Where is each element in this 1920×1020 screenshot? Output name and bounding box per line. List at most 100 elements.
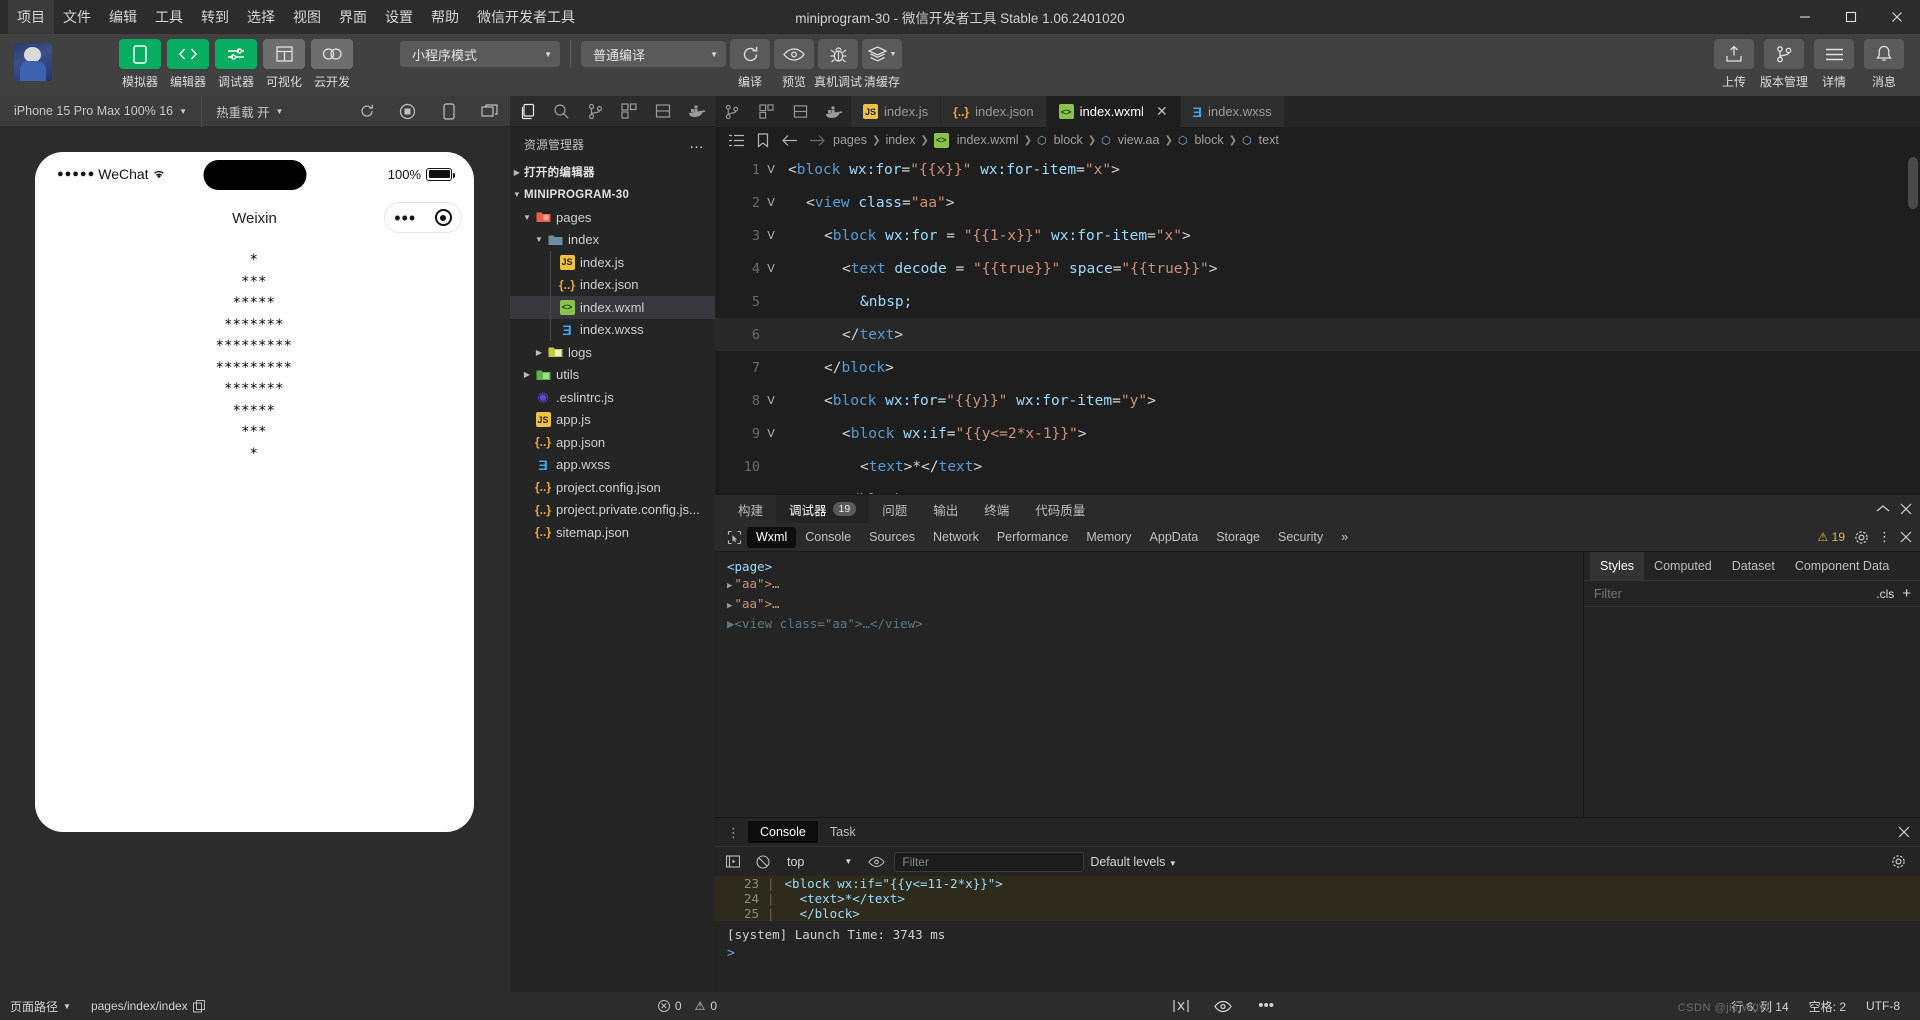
action-upload-icon[interactable]: 上传	[1712, 39, 1756, 90]
editor-tab-index.wxss[interactable]: Ǝindex.wxss	[1180, 96, 1285, 127]
menu-item-8[interactable]: 设置	[376, 0, 422, 34]
drag-handle-icon[interactable]: ⋮	[719, 826, 748, 839]
editor-tab-index.json[interactable]: {..} index.json	[941, 96, 1047, 127]
console-filter-input[interactable]: Filter	[894, 851, 1085, 872]
action-branch-icon[interactable]: 版本管理	[1760, 39, 1808, 90]
back-icon[interactable]	[779, 134, 801, 147]
tree-item-index[interactable]: ▼ index	[510, 229, 715, 252]
tree-item-app.js[interactable]: JS app.js	[510, 409, 715, 432]
search-icon[interactable]	[544, 96, 578, 127]
tree-item-pages[interactable]: ▼ pages	[510, 206, 715, 229]
panel-overflow[interactable]: »	[1332, 527, 1357, 548]
breadcrumb-item-1[interactable]: index	[885, 133, 915, 147]
action-menu-icon[interactable]: 详情	[1812, 39, 1856, 90]
wechat-capsule[interactable]: •••	[384, 202, 462, 233]
encoding-setting[interactable]: UTF-8	[1856, 992, 1920, 1020]
panel-tab-Security[interactable]: Security	[1269, 527, 1332, 548]
page-path-select[interactable]: 页面路径 ▼	[0, 992, 81, 1020]
files-icon[interactable]	[510, 96, 544, 127]
editor-tab-index.js[interactable]: JS index.js	[851, 96, 942, 127]
breadcrumb-item-0[interactable]: pages	[833, 133, 867, 147]
eye-icon[interactable]	[864, 850, 888, 874]
tree-item-project.config.json[interactable]: {..} project.config.json	[510, 476, 715, 499]
action-bell-icon[interactable]: 消息	[1862, 39, 1906, 90]
tree-item-index.wxml[interactable]: <> index.wxml	[510, 296, 715, 319]
warning-badge[interactable]: ⚠ 19	[1818, 530, 1845, 544]
menu-item-10[interactable]: 微信开发者工具	[468, 0, 584, 34]
compile-select[interactable]: 普通编译 ▼	[581, 41, 726, 67]
panel-tab-Performance[interactable]: Performance	[988, 527, 1078, 548]
tree-item-app.json[interactable]: {..} app.json	[510, 431, 715, 454]
breadcrumb-item-5[interactable]: block	[1194, 133, 1223, 147]
outline-list-icon[interactable]	[725, 134, 747, 147]
dom-line-partial[interactable]: ▶<view class="aa">…</view>	[727, 615, 1583, 632]
mode-select[interactable]: 小程序模式 ▼	[400, 41, 560, 67]
action-refresh-icon[interactable]: 编译	[728, 39, 772, 90]
accessibility-icon[interactable]	[1160, 992, 1202, 1020]
hot-reload-select[interactable]: 热重载 开 ▼	[202, 96, 297, 127]
editor-tab-index.wxml[interactable]: <> index.wxml ✕	[1046, 96, 1181, 127]
multi-screen-icon[interactable]	[469, 96, 510, 127]
bookmark-icon[interactable]	[752, 132, 774, 148]
docker-icon[interactable]	[817, 96, 851, 127]
action-bug-icon[interactable]: 真机调试	[814, 39, 862, 90]
panel-tab-Memory[interactable]: Memory	[1077, 527, 1140, 548]
add-rule-icon[interactable]: +	[1902, 585, 1920, 602]
menu-item-5[interactable]: 选择	[238, 0, 284, 34]
levels-select[interactable]: Default levels ▼	[1090, 855, 1176, 869]
menu-item-3[interactable]: 工具	[146, 0, 192, 34]
explorer-section-打开的编辑器[interactable]: ▶ 打开的编辑器	[510, 161, 715, 184]
menu-item-6[interactable]: 视图	[284, 0, 330, 34]
cls-button[interactable]: .cls	[1868, 587, 1902, 601]
source-control-icon[interactable]	[578, 96, 612, 127]
console-tab-Task[interactable]: Task	[818, 821, 868, 843]
gear-icon[interactable]	[1854, 530, 1869, 545]
close-icon[interactable]	[1898, 826, 1910, 838]
copy-icon[interactable]	[192, 999, 205, 1013]
tree-item-.eslintrc.js[interactable]: ◉ .eslintrc.js	[510, 386, 715, 409]
panel-tab-Console[interactable]: Console	[796, 527, 860, 548]
dom-tree[interactable]: <page> ▶ "aa">… ▶ "aa">… ▶<view class="aa">…<…	[715, 552, 1583, 817]
maximize-icon[interactable]	[1828, 0, 1874, 34]
forward-icon[interactable]	[806, 134, 828, 147]
extensions-icon[interactable]	[612, 96, 646, 127]
layout-panel-icon[interactable]	[783, 96, 817, 127]
devtools-tab-问题[interactable]: 问题	[869, 495, 920, 523]
panel-tab-Sources[interactable]: Sources	[860, 527, 924, 548]
styles-tab-Component Data[interactable]: Component Data	[1785, 552, 1900, 580]
breadcrumb-item-3[interactable]: block	[1054, 133, 1083, 147]
record-icon[interactable]	[387, 96, 428, 127]
menu-item-0[interactable]: 项目	[8, 0, 54, 34]
console-settings[interactable]	[1891, 854, 1914, 869]
tree-item-project.private.config.js...[interactable]: {..} project.private.config.js...	[510, 499, 715, 522]
tree-item-index.wxss[interactable]: Ǝindex.wxss	[510, 318, 715, 341]
rotate-device-icon[interactable]	[428, 96, 469, 127]
devtools-tab-代码质量[interactable]: 代码质量	[1022, 495, 1098, 523]
close-icon[interactable]	[1900, 503, 1912, 515]
more-icon[interactable]: …	[689, 136, 705, 151]
tool-code-icon[interactable]: 编辑器	[164, 39, 212, 90]
tree-item-utils[interactable]: ▶ utils	[510, 364, 715, 387]
action-eye-icon[interactable]: 预览	[772, 39, 816, 90]
layout-panel-icon[interactable]	[646, 96, 680, 127]
tree-item-index.js[interactable]: JS index.js	[510, 251, 715, 274]
breadcrumb-item-2[interactable]: index.wxml	[957, 133, 1019, 147]
tool-cloud-icon[interactable]: 云开发	[308, 39, 356, 90]
dom-line[interactable]: <page>	[727, 558, 1583, 575]
editor-scrollbar[interactable]	[1908, 157, 1918, 209]
tool-sliders-icon[interactable]: 调试器	[212, 39, 260, 90]
panel-tab-Wxml[interactable]: Wxml	[747, 526, 797, 548]
devtools-tab-构建[interactable]: 构建	[725, 495, 776, 523]
more-icon[interactable]: •••	[394, 209, 416, 227]
tree-item-index.json[interactable]: {..} index.json	[510, 273, 715, 296]
menu-item-9[interactable]: 帮助	[422, 0, 468, 34]
tree-item-app.wxss[interactable]: Ǝapp.wxss	[510, 454, 715, 477]
docker-icon[interactable]	[680, 96, 714, 127]
tool-phone-icon[interactable]: 模拟器	[116, 39, 164, 90]
source-control-icon[interactable]	[715, 96, 749, 127]
console-prompt[interactable]: >	[715, 942, 1920, 961]
styles-filter-input[interactable]	[1584, 586, 1869, 601]
breadcrumb-item-6[interactable]: text	[1259, 133, 1279, 147]
dom-line[interactable]: ▶ "aa">…	[727, 595, 1583, 615]
device-select[interactable]: iPhone 15 Pro Max 100% 16 ▼	[0, 96, 201, 127]
